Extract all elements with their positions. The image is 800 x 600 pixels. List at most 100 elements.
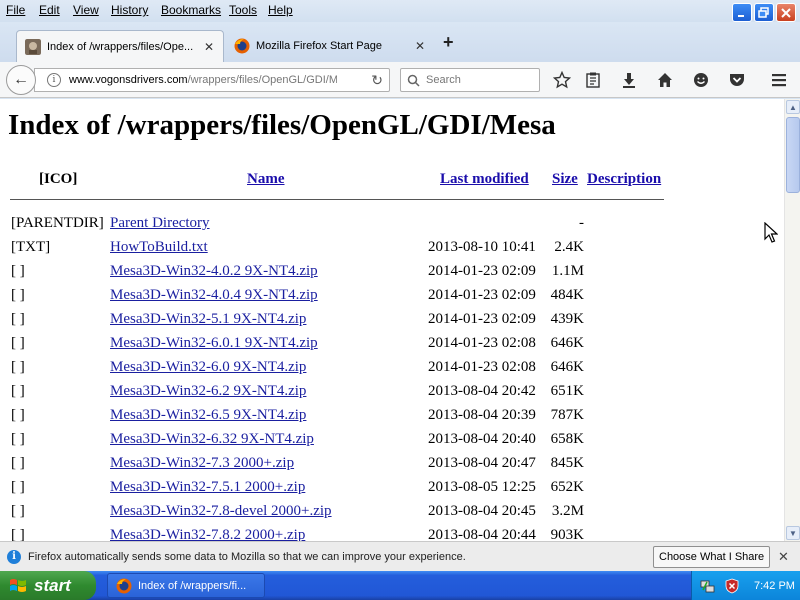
column-header-name[interactable]: Name xyxy=(247,171,285,188)
tab-index-mesa[interactable]: Index of /wrappers/files/Ope... ✕ xyxy=(16,30,224,62)
back-button[interactable]: ← xyxy=(6,65,36,95)
file-type-label: [ ] xyxy=(11,503,25,519)
file-type-label: [ ] xyxy=(11,431,25,447)
column-header-description[interactable]: Description xyxy=(587,171,661,188)
last-modified-cell: 2013-08-04 20:47 xyxy=(428,455,536,471)
sort-by-modified-link[interactable]: Last modified xyxy=(440,171,529,187)
scroll-down-icon[interactable]: ▼ xyxy=(786,526,800,540)
size-cell: 646K xyxy=(550,359,584,375)
info-icon: i xyxy=(7,549,21,564)
size-cell: - xyxy=(579,215,584,231)
scroll-up-icon[interactable]: ▲ xyxy=(786,100,800,114)
new-tab-button[interactable]: + xyxy=(443,32,454,53)
scrollbar-thumb[interactable] xyxy=(786,117,800,193)
site-favicon xyxy=(25,38,41,55)
file-type-label: [ ] xyxy=(11,359,25,375)
pocket-icon[interactable] xyxy=(727,70,747,90)
menu-history[interactable]: History xyxy=(111,3,148,17)
table-row: [ ] Mesa3D-Win32-6.5 9X-NT4.zip 2013-08-04… xyxy=(0,407,784,431)
size-cell: 646K xyxy=(550,335,584,351)
url-text[interactable]: www.vogonsdrivers.com/wrappers/files/Ope… xyxy=(69,74,337,86)
file-link[interactable]: Mesa3D-Win32-6.2 9X-NT4.zip xyxy=(110,383,306,400)
firefox-icon xyxy=(234,38,250,54)
size-cell: 845K xyxy=(550,455,584,471)
sort-by-size-link[interactable]: Size xyxy=(552,171,578,187)
file-link[interactable]: Mesa3D-Win32-7.3 2000+.zip xyxy=(110,455,294,472)
search-input[interactable] xyxy=(426,74,526,86)
column-header-last-modified[interactable]: Last modified xyxy=(440,171,529,188)
maximize-icon[interactable] xyxy=(754,3,774,22)
size-cell: 484K xyxy=(550,287,584,303)
size-cell: 903K xyxy=(550,527,584,541)
bookmark-star-icon[interactable] xyxy=(552,70,572,90)
file-link[interactable]: Parent Directory xyxy=(110,215,210,232)
file-link[interactable]: HowToBuild.txt xyxy=(110,239,208,256)
back-arrow-icon: ← xyxy=(13,71,29,88)
hamburger-menu-icon[interactable] xyxy=(769,70,789,90)
file-link[interactable]: Mesa3D-Win32-6.5 9X-NT4.zip xyxy=(110,407,306,424)
file-link[interactable]: Mesa3D-Win32-6.0 9X-NT4.zip xyxy=(110,359,306,376)
close-icon[interactable]: ✕ xyxy=(778,549,789,565)
file-type-label: [ ] xyxy=(11,455,25,471)
start-button[interactable]: start xyxy=(0,571,96,600)
column-header-size[interactable]: Size xyxy=(552,171,578,188)
tab-label: Mozilla Firefox Start Page xyxy=(256,40,382,52)
network-icon[interactable] xyxy=(700,578,716,594)
tab-firefox-start[interactable]: Mozilla Firefox Start Page ✕ xyxy=(226,30,434,62)
menu-bookmarks[interactable]: Bookmarks xyxy=(161,3,221,17)
file-type-label: [ ] xyxy=(11,287,25,303)
table-row: [ ] Mesa3D-Win32-6.32 9X-NT4.zip 2013-08-0… xyxy=(0,431,784,455)
file-link[interactable]: Mesa3D-Win32-7.8-devel 2000+.zip xyxy=(110,503,332,520)
file-type-label: [ ] xyxy=(11,335,25,351)
page-title: Index of /wrappers/files/OpenGL/GDI/Mesa xyxy=(8,109,556,141)
menu-tools[interactable]: Tools xyxy=(229,3,257,17)
size-cell: 787K xyxy=(550,407,584,423)
hello-smiley-icon[interactable] xyxy=(691,70,711,90)
tab-close-icon[interactable]: ✕ xyxy=(412,39,428,53)
search-bar[interactable] xyxy=(400,68,540,92)
url-path: /wrappers/files/OpenGL/GDI/M xyxy=(187,74,337,86)
file-link[interactable]: Mesa3D-Win32-7.8.2 2000+.zip xyxy=(110,527,305,541)
home-icon[interactable] xyxy=(655,70,675,90)
info-icon[interactable]: i xyxy=(47,73,61,87)
size-cell: 439K xyxy=(550,311,584,327)
column-header-icon: [ICO] xyxy=(39,171,78,187)
table-row: [ ] Mesa3D-Win32-4.0.2 9X-NT4.zip 2014-01-… xyxy=(0,263,784,287)
sort-by-description-link[interactable]: Description xyxy=(587,171,661,187)
reading-list-icon[interactable] xyxy=(583,70,603,90)
file-link[interactable]: Mesa3D-Win32-4.0.4 9X-NT4.zip xyxy=(110,287,318,304)
file-link[interactable]: Mesa3D-Win32-5.1 9X-NT4.zip xyxy=(110,311,306,328)
size-cell: 652K xyxy=(550,479,584,495)
security-shield-icon[interactable] xyxy=(724,578,740,594)
search-icon xyxy=(407,74,420,87)
close-icon[interactable] xyxy=(776,3,796,22)
table-row: [PARENTDIR] Parent Directory - xyxy=(0,215,784,239)
table-row: [ ] Mesa3D-Win32-7.5.1 2000+.zip 2013-08-0… xyxy=(0,479,784,503)
last-modified-cell: 2014-01-23 02:09 xyxy=(428,287,536,303)
size-cell: 1.1M xyxy=(551,263,584,279)
size-cell: 658K xyxy=(550,431,584,447)
menu-bar: File Edit View History Bookmarks Tools H… xyxy=(0,0,800,22)
tab-close-icon[interactable]: ✕ xyxy=(201,40,217,54)
taskbar-window-firefox[interactable]: Index of /wrappers/fi... xyxy=(107,573,265,598)
choose-what-i-share-button[interactable]: Choose What I Share xyxy=(653,546,771,568)
file-type-label: [ ] xyxy=(11,407,25,423)
sort-by-name-link[interactable]: Name xyxy=(247,171,285,187)
file-type-label: [TXT] xyxy=(11,239,51,255)
download-icon[interactable] xyxy=(619,70,639,90)
last-modified-cell: 2013-08-04 20:42 xyxy=(428,383,536,399)
vertical-scrollbar[interactable]: ▲ ▼ xyxy=(784,99,800,541)
menu-edit[interactable]: Edit xyxy=(39,3,60,17)
minimize-icon[interactable] xyxy=(732,3,752,22)
page-content: Index of /wrappers/files/OpenGL/GDI/Mesa… xyxy=(0,99,784,541)
menu-help[interactable]: Help xyxy=(268,3,293,17)
file-link[interactable]: Mesa3D-Win32-6.32 9X-NT4.zip xyxy=(110,431,314,448)
file-link[interactable]: Mesa3D-Win32-7.5.1 2000+.zip xyxy=(110,479,305,496)
reload-icon[interactable]: ↻ xyxy=(371,72,383,89)
menu-file[interactable]: File xyxy=(6,3,25,17)
menu-view[interactable]: View xyxy=(73,3,99,17)
file-link[interactable]: Mesa3D-Win32-4.0.2 9X-NT4.zip xyxy=(110,263,318,280)
url-bar[interactable]: i www.vogonsdrivers.com/wrappers/files/O… xyxy=(34,68,390,92)
file-link[interactable]: Mesa3D-Win32-6.0.1 9X-NT4.zip xyxy=(110,335,318,352)
last-modified-cell: 2013-08-10 10:41 xyxy=(428,239,536,255)
